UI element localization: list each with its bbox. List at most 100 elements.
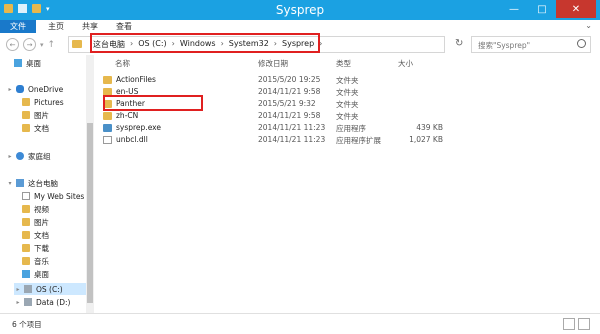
sidebar-item-pictures-pc[interactable]: 图片 <box>22 216 49 228</box>
sidebar-item-label: 图片 <box>34 217 49 227</box>
sidebar-item-label: 桌面 <box>34 269 49 279</box>
homegroup-icon <box>16 152 24 160</box>
file-type: 文件夹 <box>336 76 359 85</box>
file-name: zh-CN <box>116 111 139 120</box>
folder-icon <box>22 124 30 132</box>
expand-icon[interactable]: ▸ <box>14 286 22 293</box>
sidebar-item-my-web-sites[interactable]: My Web Sites o <box>22 190 91 202</box>
sidebar-item-desktop[interactable]: 桌面 <box>14 57 41 69</box>
file-row[interactable]: zh-CN 2014/11/21 9:58 文件夹 <box>103 111 433 122</box>
sidebar-item-label: 文档 <box>34 230 49 240</box>
cloud-icon <box>16 85 24 93</box>
dll-icon <box>103 136 112 144</box>
sidebar-item-this-pc[interactable]: ▾ 这台电脑 <box>6 177 58 189</box>
sidebar-item-documents-pc[interactable]: 文档 <box>22 229 49 241</box>
search-icon[interactable] <box>577 39 586 48</box>
sidebar-item-os-c[interactable]: ▸ OS (C:) <box>14 283 86 295</box>
file-row[interactable]: sysprep.exe 2014/11/21 11:23 应用程序 439 KB <box>103 123 443 134</box>
search-box[interactable]: 搜索"Sysprep" <box>471 36 591 53</box>
sidebar-item-label: 视频 <box>34 204 49 214</box>
forward-button[interactable]: → <box>23 38 36 51</box>
file-type: 文件夹 <box>336 100 359 109</box>
file-row[interactable]: unbcl.dll 2014/11/21 11:23 应用程序扩展 1,027 … <box>103 135 443 146</box>
sidebar-item-images[interactable]: 图片 <box>22 109 49 121</box>
large-icons-view-icon[interactable] <box>578 318 590 330</box>
details-view-icon[interactable] <box>563 318 575 330</box>
window-controls: — □ ✕ <box>500 0 596 18</box>
tab-view[interactable]: 查看 <box>108 20 140 33</box>
column-header-type[interactable]: 类型 <box>336 58 351 69</box>
folder-icon <box>103 112 112 120</box>
close-button[interactable]: ✕ <box>556 0 596 18</box>
sidebar-item-label: My Web Sites o <box>34 191 92 201</box>
explorer-window: ▾ Sysprep — □ ✕ 文件 主页 共享 查看 ⌄ ← → ▾ ↑ 这台… <box>0 0 600 334</box>
navigation-pane: 桌面 ▸ OneDrive Pictures 图片 文档 ▸ 家庭组 ▾ 这台电脑 M… <box>0 55 91 313</box>
column-header-name[interactable]: 名称 <box>115 58 130 69</box>
file-row[interactable]: ActionFiles 2015/5/20 19:25 文件夹 <box>103 75 433 86</box>
sidebar-item-label: 家庭组 <box>28 151 51 161</box>
sidebar-item-homegroup[interactable]: ▸ 家庭组 <box>6 150 51 162</box>
sidebar-item-desktop-pc[interactable]: 桌面 <box>22 268 49 280</box>
folder-icon <box>22 98 30 106</box>
sidebar-item-data-d[interactable]: ▸ Data (D:) <box>14 296 70 308</box>
folder-icon <box>103 76 112 84</box>
up-button[interactable]: ↑ <box>48 40 56 50</box>
sidebar-item-pictures[interactable]: Pictures <box>22 96 64 108</box>
column-header-size[interactable]: 大小 <box>398 58 413 69</box>
recent-locations-icon[interactable]: ▾ <box>40 41 44 49</box>
file-type: 应用程序 <box>336 124 366 133</box>
folder-icon <box>22 231 30 239</box>
computer-icon <box>16 179 24 187</box>
tab-file[interactable]: 文件 <box>0 20 36 33</box>
file-name: ActionFiles <box>116 75 156 84</box>
file-date: 2014/11/21 9:58 <box>258 111 321 120</box>
sidebar-item-label: 音乐 <box>34 256 49 266</box>
search-placeholder: 搜索"Sysprep" <box>478 41 531 50</box>
collapse-icon[interactable]: ▾ <box>6 180 14 187</box>
maximize-button[interactable]: □ <box>528 0 556 18</box>
title-bar: ▾ Sysprep — □ ✕ <box>0 0 600 20</box>
sidebar-item-music[interactable]: 音乐 <box>22 255 49 267</box>
sidebar-item-videos[interactable]: 视频 <box>22 203 49 215</box>
sidebar-item-documents[interactable]: 文档 <box>22 122 49 134</box>
file-date: 2015/5/20 19:25 <box>258 75 321 84</box>
expand-ribbon-icon[interactable]: ⌄ <box>585 21 592 30</box>
sidebar-scrollbar[interactable] <box>86 55 94 313</box>
highlight-box <box>103 95 203 111</box>
music-folder-icon <box>22 257 30 265</box>
drive-icon <box>24 298 32 306</box>
network-location-icon <box>22 192 30 200</box>
sidebar-item-label: Data (D:) <box>36 297 71 307</box>
scrollbar-thumb[interactable] <box>87 123 93 303</box>
back-button[interactable]: ← <box>6 38 19 51</box>
item-count: 6 个项目 <box>12 320 42 329</box>
column-header-date[interactable]: 修改日期 <box>258 58 288 69</box>
refresh-icon[interactable]: ↻ <box>455 38 463 49</box>
file-date: 2014/11/21 9:58 <box>258 87 321 96</box>
download-folder-icon <box>22 244 30 252</box>
desktop-icon <box>14 59 22 67</box>
file-list: 名称 修改日期 类型 大小 ActionFiles 2015/5/20 19:2… <box>95 55 600 313</box>
expand-icon[interactable]: ▸ <box>14 299 22 306</box>
file-type: 应用程序扩展 <box>336 136 381 145</box>
main-area: 桌面 ▸ OneDrive Pictures 图片 文档 ▸ 家庭组 ▾ 这台电脑 M… <box>0 55 600 313</box>
minimize-button[interactable]: — <box>500 0 528 18</box>
file-date: 2014/11/21 11:23 <box>258 123 326 132</box>
nav-buttons: ← → ▾ ↑ <box>6 38 55 51</box>
sidebar-item-downloads[interactable]: 下载 <box>22 242 49 254</box>
folder-icon <box>22 218 30 226</box>
file-type: 文件夹 <box>336 112 359 121</box>
desktop-icon <box>22 270 30 278</box>
tab-home[interactable]: 主页 <box>40 20 72 33</box>
expand-icon[interactable]: ▸ <box>6 86 14 93</box>
sidebar-item-label: 桌面 <box>26 58 41 68</box>
ribbon-tabs: 文件 主页 共享 查看 ⌄ <box>0 20 600 34</box>
sidebar-item-onedrive[interactable]: ▸ OneDrive <box>6 83 63 95</box>
drive-icon <box>24 285 32 293</box>
file-size: 439 KB <box>416 123 443 132</box>
expand-icon[interactable]: ▸ <box>6 153 14 160</box>
file-size: 1,027 KB <box>409 135 443 144</box>
exe-icon <box>103 124 112 132</box>
sidebar-item-label: OneDrive <box>28 84 64 94</box>
tab-share[interactable]: 共享 <box>74 20 106 33</box>
